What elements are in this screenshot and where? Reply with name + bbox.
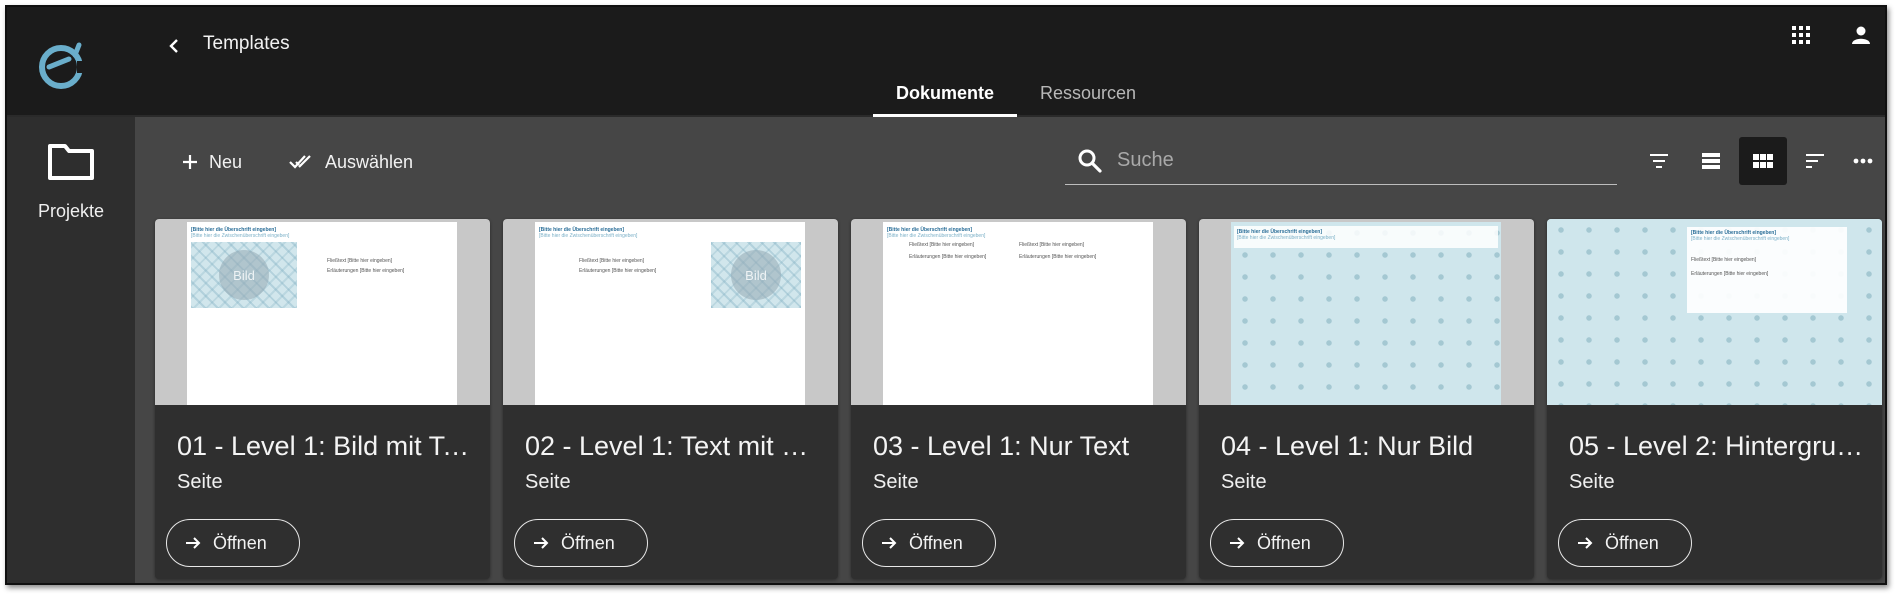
apps-grid-button[interactable] <box>1787 21 1815 49</box>
thumbnail-line: Fließtext [Bitte hier eingeben] <box>579 258 645 264</box>
grid-view-icon <box>1753 154 1773 168</box>
thumbnail-line: Erläuterungen [Bitte hier eingeben] <box>1019 254 1097 260</box>
card-type: Seite <box>177 471 223 493</box>
template-grid: [Bitte hier die Überschrift eingeben] [B… <box>155 219 1882 579</box>
open-button[interactable]: Öffnen <box>514 519 648 567</box>
thumbnail-line: Fließtext [Bitte hier eingeben] <box>327 258 393 264</box>
thumbnail-subheading: [Bitte hier die Zwischenüberschrift eing… <box>191 233 290 239</box>
thumbnail-header-band: [Bitte hier die Überschrift eingeben] [B… <box>1234 226 1498 248</box>
new-button[interactable]: Neu <box>181 144 242 180</box>
open-button[interactable]: Öffnen <box>1558 519 1692 567</box>
double-check-icon <box>289 155 311 169</box>
card-type: Seite <box>525 471 571 493</box>
arrow-right-icon <box>1578 537 1593 549</box>
card-type: Seite <box>873 471 919 493</box>
sidebar-item-projekte[interactable]: Projekte <box>7 117 135 227</box>
open-button[interactable]: Öffnen <box>862 519 996 567</box>
plus-icon <box>183 155 197 169</box>
arrow-right-icon <box>186 537 201 549</box>
thumbnail-line: Erläuterungen [Bitte hier eingeben] <box>327 268 405 274</box>
thumbnail-line: Erläuterungen [Bitte hier eingeben] <box>1691 271 1769 277</box>
thumbnail-line: Erläuterungen [Bitte hier eingeben] <box>909 254 987 260</box>
list-view-button[interactable] <box>1687 137 1735 185</box>
sidebar-item-label: Projekte <box>37 201 105 221</box>
card-type: Seite <box>1221 471 1267 493</box>
main-content: Neu Auswählen Suche [Bitte hier die Über… <box>135 117 1885 583</box>
app-logo-icon <box>39 42 87 89</box>
back-button[interactable] <box>162 34 186 58</box>
card-title: 05 - Level 2: Hintergrundbild <box>1569 431 1869 461</box>
card-type: Seite <box>1569 471 1615 493</box>
chevron-left-icon <box>169 39 178 53</box>
template-card[interactable]: [Bitte hier die Überschrift eingeben] [B… <box>1199 219 1534 579</box>
thumbnail-page: [Bitte hier die Überschrift eingeben] [B… <box>883 222 1153 405</box>
open-button-label: Öffnen <box>561 532 615 553</box>
open-button-label: Öffnen <box>909 532 963 553</box>
thumbnail-image-placeholder: Bild <box>191 242 297 308</box>
template-thumbnail: [Bitte hier die Überschrift eingeben] [B… <box>503 219 838 405</box>
new-button-label: Neu <box>209 151 243 172</box>
user-icon <box>1852 26 1870 44</box>
app-window: Templates Dokumente Ressourcen Projekte … <box>5 5 1887 585</box>
open-button-label: Öffnen <box>1257 532 1311 553</box>
sort-button[interactable] <box>1791 137 1839 185</box>
search-icon <box>1078 149 1102 173</box>
arrow-right-icon <box>1230 537 1245 549</box>
thumbnail-subheading: [Bitte hier die Zwischenüberschrift eing… <box>539 233 638 239</box>
thumbnail-image-label: Bild <box>219 250 269 300</box>
card-title: 02 - Level 1: Text mit Bild <box>525 431 825 461</box>
tab-bar: Dokumente Ressourcen <box>873 73 1159 117</box>
template-card[interactable]: [Bitte hier die Überschrift eingeben] [B… <box>851 219 1186 579</box>
top-bar: Templates Dokumente Ressourcen <box>7 7 1885 117</box>
sort-icon <box>1806 154 1824 168</box>
thumbnail-page: [Bitte hier die Überschrift eingeben] [B… <box>1231 222 1501 405</box>
page-title: Templates <box>203 33 290 54</box>
sidebar: Projekte <box>7 117 135 583</box>
filter-button[interactable] <box>1635 137 1683 185</box>
search-input[interactable] <box>1117 149 1597 172</box>
thumbnail-subheading: [Bitte hier die Zwischenüberschrift eing… <box>1237 235 1336 241</box>
apps-grid-icon <box>1792 26 1810 44</box>
template-thumbnail: [Bitte hier die Überschrift eingeben] [B… <box>155 219 490 405</box>
tab-ressourcen[interactable]: Ressourcen <box>1017 73 1159 117</box>
thumbnail-page: [Bitte hier die Überschrift eingeben] [B… <box>535 222 805 405</box>
thumbnail-page: [Bitte hier die Überschrift eingeben] [B… <box>187 222 457 405</box>
template-card[interactable]: [Bitte hier die Überschrift eingeben] [B… <box>1547 219 1882 579</box>
arrow-right-icon <box>534 537 549 549</box>
open-button-label: Öffnen <box>1605 532 1659 553</box>
open-button[interactable]: Öffnen <box>166 519 300 567</box>
template-thumbnail: [Bitte hier die Überschrift eingeben] [B… <box>1199 219 1534 405</box>
arrow-right-icon <box>882 537 897 549</box>
select-button-label: Auswählen <box>325 151 414 172</box>
thumbnail-image-placeholder: Bild <box>711 242 801 308</box>
thumbnail-page: [Bitte hier die Überschrift eingeben] [B… <box>1547 219 1882 405</box>
template-card[interactable]: [Bitte hier die Überschrift eingeben] [B… <box>155 219 490 579</box>
tab-dokumente[interactable]: Dokumente <box>873 73 1018 117</box>
grid-view-button[interactable] <box>1739 137 1787 185</box>
list-view-icon <box>1702 153 1720 169</box>
thumbnail-image-label: Bild <box>731 250 781 300</box>
thumbnail-text-box: [Bitte hier die Überschrift eingeben] [B… <box>1687 227 1847 313</box>
card-title: 04 - Level 1: Nur Bild <box>1221 431 1474 461</box>
thumbnail-line: Fließtext [Bitte hier eingeben] <box>1019 242 1085 248</box>
search-field <box>1065 137 1617 185</box>
folder-icon <box>48 144 94 180</box>
thumbnail-line: Erläuterungen [Bitte hier eingeben] <box>579 268 657 274</box>
open-button[interactable]: Öffnen <box>1210 519 1344 567</box>
thumbnail-subheading: [Bitte hier die Zwischenüberschrift eing… <box>887 233 986 239</box>
template-card[interactable]: [Bitte hier die Überschrift eingeben] [B… <box>503 219 838 579</box>
more-options-button[interactable] <box>1839 137 1885 185</box>
filter-icon <box>1650 154 1668 168</box>
open-button-label: Öffnen <box>213 532 267 553</box>
card-title: 01 - Level 1: Bild mit Text <box>177 431 477 461</box>
template-thumbnail: [Bitte hier die Überschrift eingeben] [B… <box>1547 219 1882 405</box>
account-button[interactable] <box>1847 21 1875 49</box>
card-title: 03 - Level 1: Nur Text <box>873 431 1130 461</box>
thumbnail-subheading: [Bitte hier die Zwischenüberschrift eing… <box>1691 236 1790 242</box>
thumbnail-line: Fließtext [Bitte hier eingeben] <box>1691 257 1757 263</box>
more-horizontal-icon <box>1853 158 1873 164</box>
thumbnail-line: Fließtext [Bitte hier eingeben] <box>909 242 975 248</box>
template-thumbnail: [Bitte hier die Überschrift eingeben] [B… <box>851 219 1186 405</box>
select-button[interactable]: Auswählen <box>289 144 413 180</box>
